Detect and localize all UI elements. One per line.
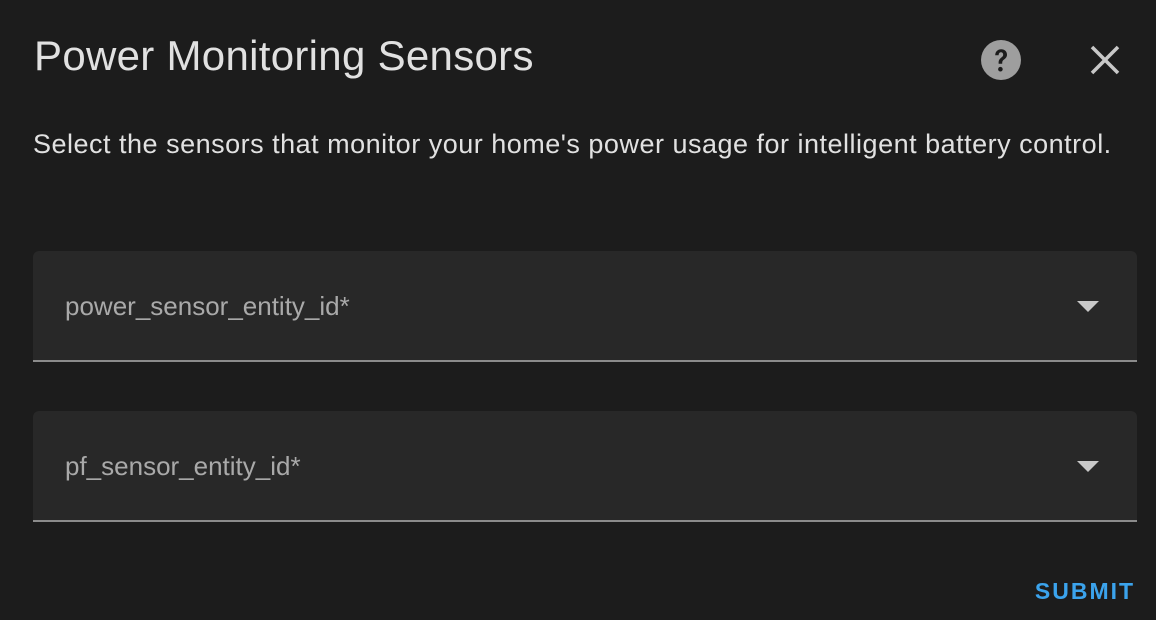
dialog: Power Monitoring Sensors Select the sens… — [0, 0, 1156, 620]
close-button[interactable] — [1084, 39, 1126, 81]
help-button[interactable] — [980, 39, 1022, 81]
help-circle-icon — [981, 40, 1021, 80]
pf-sensor-label: pf_sensor_entity_id* — [65, 451, 301, 481]
pf-sensor-select[interactable]: pf_sensor_entity_id* — [33, 411, 1137, 522]
dialog-title: Power Monitoring Sensors — [34, 32, 534, 79]
chevron-down-icon — [1077, 301, 1099, 312]
close-icon — [1090, 45, 1120, 75]
submit-button[interactable]: SUBMIT — [1022, 568, 1148, 614]
chevron-down-icon — [1077, 461, 1099, 472]
power-sensor-label: power_sensor_entity_id* — [65, 291, 350, 321]
dialog-description: Select the sensors that monitor your hom… — [33, 129, 1112, 159]
power-sensor-select[interactable]: power_sensor_entity_id* — [33, 251, 1137, 362]
